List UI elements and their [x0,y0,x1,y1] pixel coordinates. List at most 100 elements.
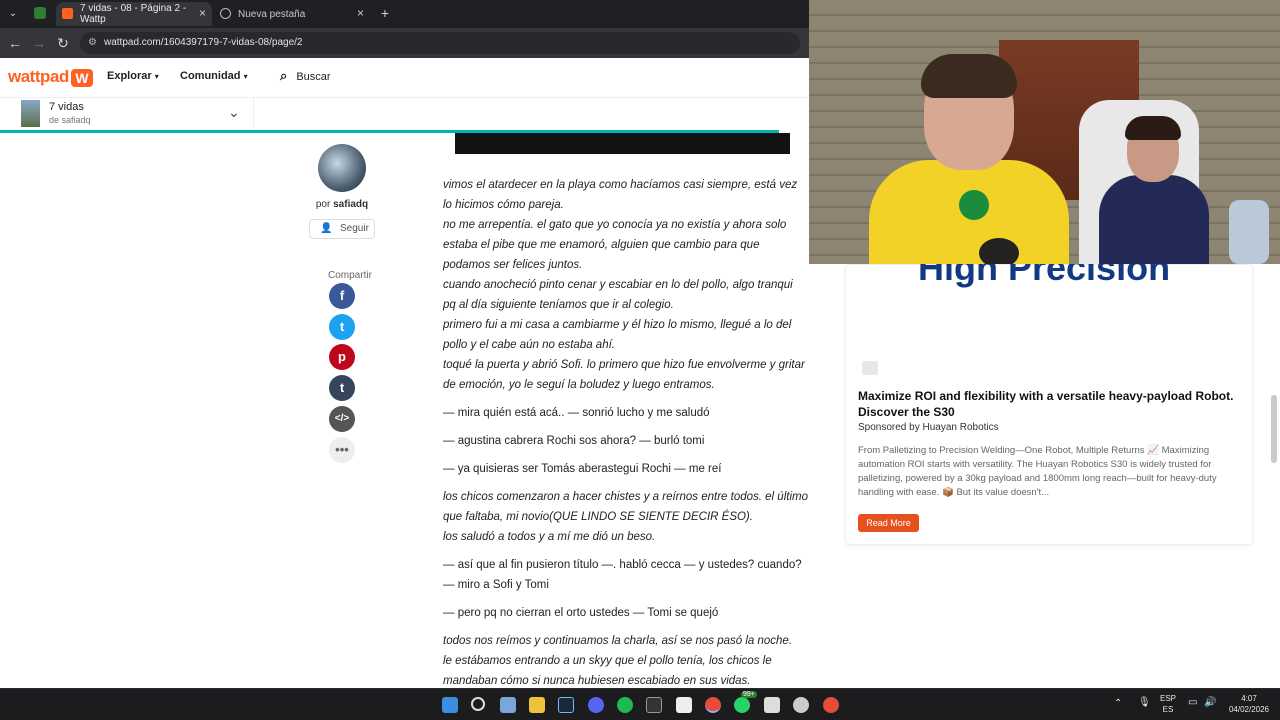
story-toc-bar[interactable]: 7 vidas de safiadq ⌄ [0,98,810,132]
close-icon[interactable]: × [357,6,364,20]
chevron-down-icon: ▾ [154,72,159,81]
lang-primary: ESP [1159,694,1176,703]
more-icon[interactable]: ••• [329,437,355,463]
tab-wattpad[interactable]: 7 vidas - 08 - Página 2 - Wattp × [56,2,212,26]
follow-button[interactable]: 👤 Seguir [309,219,375,239]
paragraph: cuando anocheció pinto cenar y escabiar … [443,279,793,311]
scrollbar[interactable] [1271,395,1277,463]
network-icon[interactable]: ▭ [1188,697,1197,708]
paragraph: los saludó a todos y a mí me dió un beso… [443,531,656,543]
cam-person-front [869,54,1069,264]
paragraph: le estábamos entrando a un skyy que el p… [443,655,772,687]
chrome-icon[interactable] [823,697,839,713]
share-label: Compartir [328,270,372,281]
search-button[interactable]: ⌕ Buscar [280,68,331,84]
epic-games-icon[interactable] [646,697,662,713]
nav-comunidad[interactable]: Comunidad ▾ [180,70,248,82]
by-prefix: por [315,199,331,210]
taskbar: 99+ ⌃ 🎙 ESP ES ▭ 🔊 4:07 04/02/2026 [0,688,1280,720]
nav-explorar[interactable]: Explorar ▾ [107,70,159,82]
ad-sponsor: Sponsored by Huayan Robotics [858,422,999,433]
paragraph: todos nos reímos y continuamos la charla… [443,635,793,647]
tab-search-icon[interactable]: ⌄ [4,5,22,23]
pinned-tab-icon[interactable] [34,7,46,19]
read-more-button[interactable]: Read More [858,514,919,532]
start-icon[interactable] [442,697,458,713]
search-icon: ⌕ [280,68,288,83]
ad-body: From Palletizing to Precision Welding—On… [858,445,1217,498]
capcut-icon[interactable] [676,697,692,713]
globe-icon [220,8,231,19]
author-avatar[interactable] [318,144,366,192]
chevron-down-icon: ▾ [243,72,248,81]
chrome-icon[interactable] [705,697,721,713]
steam-icon[interactable] [558,697,574,713]
address-bar[interactable]: ⚙ wattpad.com/1604397179-7-vidas-08/page… [80,32,800,54]
embed-icon[interactable]: </> [329,406,355,432]
language-indicator[interactable]: ESP ES [1158,693,1178,715]
webcam-overlay [809,0,1280,264]
nav-label: Explorar [107,70,152,82]
whatsapp-icon[interactable] [734,697,750,713]
pinterest-icon[interactable]: p [329,344,355,370]
chevron-down-icon[interactable]: ⌄ [228,104,240,121]
url-text: wattpad.com/1604397179-7-vidas-08/page/2 [104,37,303,48]
wattpad-logo[interactable]: wattpad W [8,67,93,87]
notification-badge: 99+ [741,691,757,698]
store-icon[interactable] [500,697,516,713]
site-header: wattpad W Explorar ▾ Comunidad ▾ ⌕ Buscar [0,58,810,98]
clock-time: 4:07 [1241,694,1257,703]
tab-label: Nueva pestaña [238,8,306,20]
paragraph: los chicos comenzaron a hacer chistes y … [443,491,808,523]
story-text: vimos el atardecer en la playa como hací… [443,175,808,699]
follow-label: Seguir [340,223,369,234]
cam-bottle [1229,200,1269,264]
ad-title[interactable]: Maximize ROI and flexibility with a vers… [858,388,1248,420]
author-name[interactable]: safiadq [333,199,368,210]
author-byline: por safiadq [300,199,384,210]
site-info-icon[interactable]: ⚙ [88,32,97,54]
tab-label: 7 vidas - 08 - Página 2 - Wattp [80,3,187,25]
lang-secondary: ES [1162,705,1174,714]
forward-icon[interactable]: → [30,34,48,52]
new-tab-icon[interactable]: + [376,4,394,22]
paragraph: — ya quisieras ser Tomás aberastegui Roc… [443,463,722,475]
discord-icon[interactable] [588,697,604,713]
play-icon[interactable] [862,361,878,375]
story-author: de safiadq [49,115,91,125]
paragraph: toqué la puerta y abrió Sofi. lo primero… [443,359,805,391]
tab-new[interactable]: Nueva pestaña × [214,2,370,26]
add-user-icon: 👤 [320,223,333,234]
screen: { "browser": { "tabs": [ {"label": "7 vi… [0,0,1280,720]
clock-date: 04/02/2026 [1228,705,1270,714]
paragraph: — pero pq no cierran el orto ustedes — T… [443,607,719,619]
app-icon[interactable] [793,697,809,713]
twitter-icon[interactable]: t [329,314,355,340]
microphone-icon[interactable]: 🎙 [1138,697,1151,708]
paragraph: — mira quién está acá.. — sonrió lucho y… [443,407,710,419]
spotify-icon[interactable] [617,697,633,713]
paragraph: no me arrepentía. el gato que yo conocía… [443,219,787,271]
reload-icon[interactable]: ↻ [54,34,72,52]
divider [253,98,254,128]
paragraph: — agustina cabrera Rochi sos ahora? — bu… [443,435,705,447]
nav-label: Comunidad [180,70,241,82]
inline-image [455,133,790,154]
volume-icon[interactable]: 🔊 [1204,697,1216,708]
file-explorer-icon[interactable] [529,697,545,713]
paragraph: vimos el atardecer en la playa como hací… [443,179,798,211]
cam-person-back [1099,116,1209,264]
mouse-cursor-icon [399,336,415,352]
close-icon[interactable]: × [199,6,206,20]
back-icon[interactable]: ← [6,34,24,52]
search-icon[interactable] [471,697,485,711]
chevron-up-icon[interactable]: ⌃ [1114,698,1122,709]
search-label: Buscar [296,71,331,83]
facebook-icon[interactable]: f [329,283,355,309]
clock[interactable]: 4:07 04/02/2026 [1224,693,1274,715]
app-icon[interactable] [764,697,780,713]
paragraph: — así que al fin pusieron título —. habl… [443,559,802,591]
cam-microphone [979,238,1019,264]
story-title: 7 vidas [49,101,84,113]
tumblr-icon[interactable]: t [329,375,355,401]
